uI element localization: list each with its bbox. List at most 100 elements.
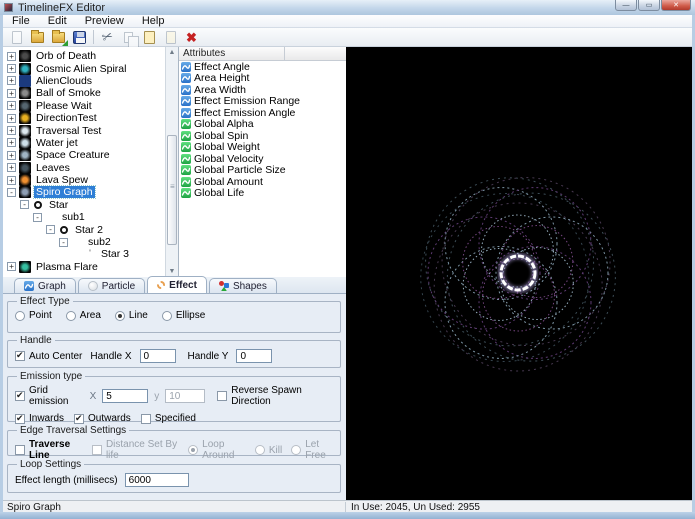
attributes-header[interactable]: Attributes [179, 47, 346, 61]
tree-item[interactable]: -Spiro Graph [3, 186, 165, 198]
open-icon[interactable] [27, 28, 48, 46]
title-bar[interactable]: TimelineFX Editor — ▭ ✕ [0, 0, 695, 15]
save-icon[interactable] [69, 28, 90, 46]
loop-around-radio[interactable]: Loop Around [188, 439, 246, 461]
inwards-checkbox[interactable]: Inwards [15, 413, 64, 424]
expand-icon[interactable]: + [7, 76, 16, 85]
scroll-up-icon[interactable]: ▲ [166, 47, 178, 58]
attribute-item[interactable]: Global Particle Size [179, 165, 346, 177]
attribute-item[interactable]: Global Amount [179, 176, 346, 188]
tree-item[interactable]: +Space Creature [3, 149, 165, 161]
delete-icon[interactable]: ✖ [181, 28, 202, 46]
attribute-item[interactable]: Global Life [179, 188, 346, 200]
tree-item[interactable]: -sub1 [3, 211, 165, 223]
tab-shapes[interactable]: Shapes [209, 278, 277, 293]
import-icon[interactable] [48, 28, 69, 46]
menu-item-edit[interactable]: Edit [39, 15, 76, 28]
expand-icon[interactable]: + [7, 89, 16, 98]
outwards-checkbox[interactable]: Outwards [74, 413, 131, 424]
checkbox-icon[interactable] [15, 445, 25, 455]
handle-y-field[interactable] [236, 349, 272, 363]
menu-item-preview[interactable]: Preview [76, 15, 133, 28]
cut-icon[interactable]: ✂ [97, 28, 118, 46]
auto-center-checkbox[interactable]: Auto Center [15, 351, 82, 362]
checkbox-icon[interactable] [217, 391, 227, 401]
grid-x-field[interactable] [102, 389, 148, 403]
checkbox-icon[interactable] [92, 445, 102, 455]
tree-scrollbar[interactable]: ▲ ▼ [165, 47, 178, 277]
expand-icon[interactable]: + [7, 151, 16, 160]
tree-item[interactable]: +Orb of Death [3, 50, 165, 62]
ellipse-radio[interactable]: Ellipse [162, 310, 205, 321]
grid-emission-checkbox[interactable]: Grid emission [15, 385, 84, 407]
checkbox-icon[interactable] [74, 414, 84, 424]
grid-y-field[interactable] [165, 389, 205, 403]
tree-item[interactable]: +AlienClouds [3, 75, 165, 87]
tree-item[interactable]: +Please Wait [3, 100, 165, 112]
tree-item[interactable]: -Star 2 [3, 223, 165, 235]
attribute-item[interactable]: Global Alpha [179, 119, 346, 131]
tab-particle[interactable]: Particle [78, 278, 145, 293]
let-free-radio[interactable]: Let Free [291, 439, 333, 461]
close-button[interactable]: ✕ [661, 0, 691, 11]
tab-graph[interactable]: Graph [14, 278, 76, 293]
kill-radio[interactable]: Kill [255, 439, 282, 461]
collapse-icon[interactable]: - [33, 213, 42, 222]
maximize-button[interactable]: ▭ [638, 0, 660, 11]
expand-icon[interactable]: + [7, 176, 16, 185]
tab-effect[interactable]: Effect [147, 276, 207, 293]
particle-preview[interactable] [346, 47, 692, 500]
tree-item[interactable]: +Lava Spew [3, 174, 165, 186]
area-radio[interactable]: Area [66, 310, 101, 321]
attribute-item[interactable]: Area Width [179, 84, 346, 96]
attribute-item[interactable]: Global Velocity [179, 153, 346, 165]
checkbox-icon[interactable] [15, 391, 25, 401]
tree-item[interactable]: +Plasma Flare [3, 261, 165, 273]
menu-item-file[interactable]: File [3, 15, 39, 28]
attributes-column-header[interactable]: Attributes [179, 47, 285, 61]
tree-item[interactable]: -sub2 [3, 236, 165, 248]
expand-icon[interactable]: + [7, 64, 16, 73]
reverse-spawn-checkbox[interactable]: Reverse Spawn Direction [217, 385, 333, 407]
collapse-icon[interactable]: - [46, 225, 55, 234]
effect-length-field[interactable] [125, 473, 189, 487]
radio-icon[interactable] [255, 445, 265, 455]
tree-item[interactable]: +Ball of Smoke [3, 87, 165, 99]
attribute-item[interactable]: Global Weight [179, 142, 346, 154]
expand-icon[interactable]: + [7, 163, 16, 172]
expand-icon[interactable]: + [7, 126, 16, 135]
handle-x-field[interactable] [140, 349, 176, 363]
radio-icon[interactable] [162, 311, 172, 321]
collapse-icon[interactable]: - [59, 238, 68, 247]
attribute-item[interactable]: Effect Emission Range [179, 96, 346, 108]
attribute-item[interactable]: Effect Angle [179, 61, 346, 73]
checkbox-icon[interactable] [15, 351, 25, 361]
expand-icon[interactable]: + [7, 52, 16, 61]
scrollbar-thumb[interactable] [167, 135, 177, 245]
attribute-item[interactable]: Area Height [179, 73, 346, 85]
collapse-icon[interactable]: - [7, 188, 16, 197]
point-radio[interactable]: Point [15, 310, 52, 321]
radio-icon[interactable] [291, 445, 301, 455]
specified-checkbox[interactable]: Specified [141, 413, 196, 424]
tree-item[interactable]: +Cosmic Alien Spiral [3, 62, 165, 74]
minimize-button[interactable]: — [615, 0, 637, 11]
tree-item[interactable]: +Traversal Test [3, 124, 165, 136]
radio-icon[interactable] [115, 311, 125, 321]
radio-icon[interactable] [15, 311, 25, 321]
radio-icon[interactable] [188, 445, 198, 455]
expand-icon[interactable]: + [7, 138, 16, 147]
collapse-icon[interactable]: - [20, 200, 29, 209]
radio-icon[interactable] [66, 311, 76, 321]
tree-item[interactable]: -Star [3, 199, 165, 211]
tree-item[interactable]: +Leaves [3, 162, 165, 174]
distance-set-by-life-checkbox[interactable]: Distance Set By life [92, 439, 179, 461]
paste-icon[interactable] [139, 28, 160, 46]
expand-icon[interactable]: + [7, 114, 16, 123]
traverse-line-checkbox[interactable]: Traverse Line [15, 439, 83, 461]
attribute-item[interactable]: Effect Emission Angle [179, 107, 346, 119]
checkbox-icon[interactable] [15, 414, 25, 424]
line-radio[interactable]: Line [115, 310, 148, 321]
expand-icon[interactable]: + [7, 101, 16, 110]
tree-item[interactable]: +DirectionTest [3, 112, 165, 124]
